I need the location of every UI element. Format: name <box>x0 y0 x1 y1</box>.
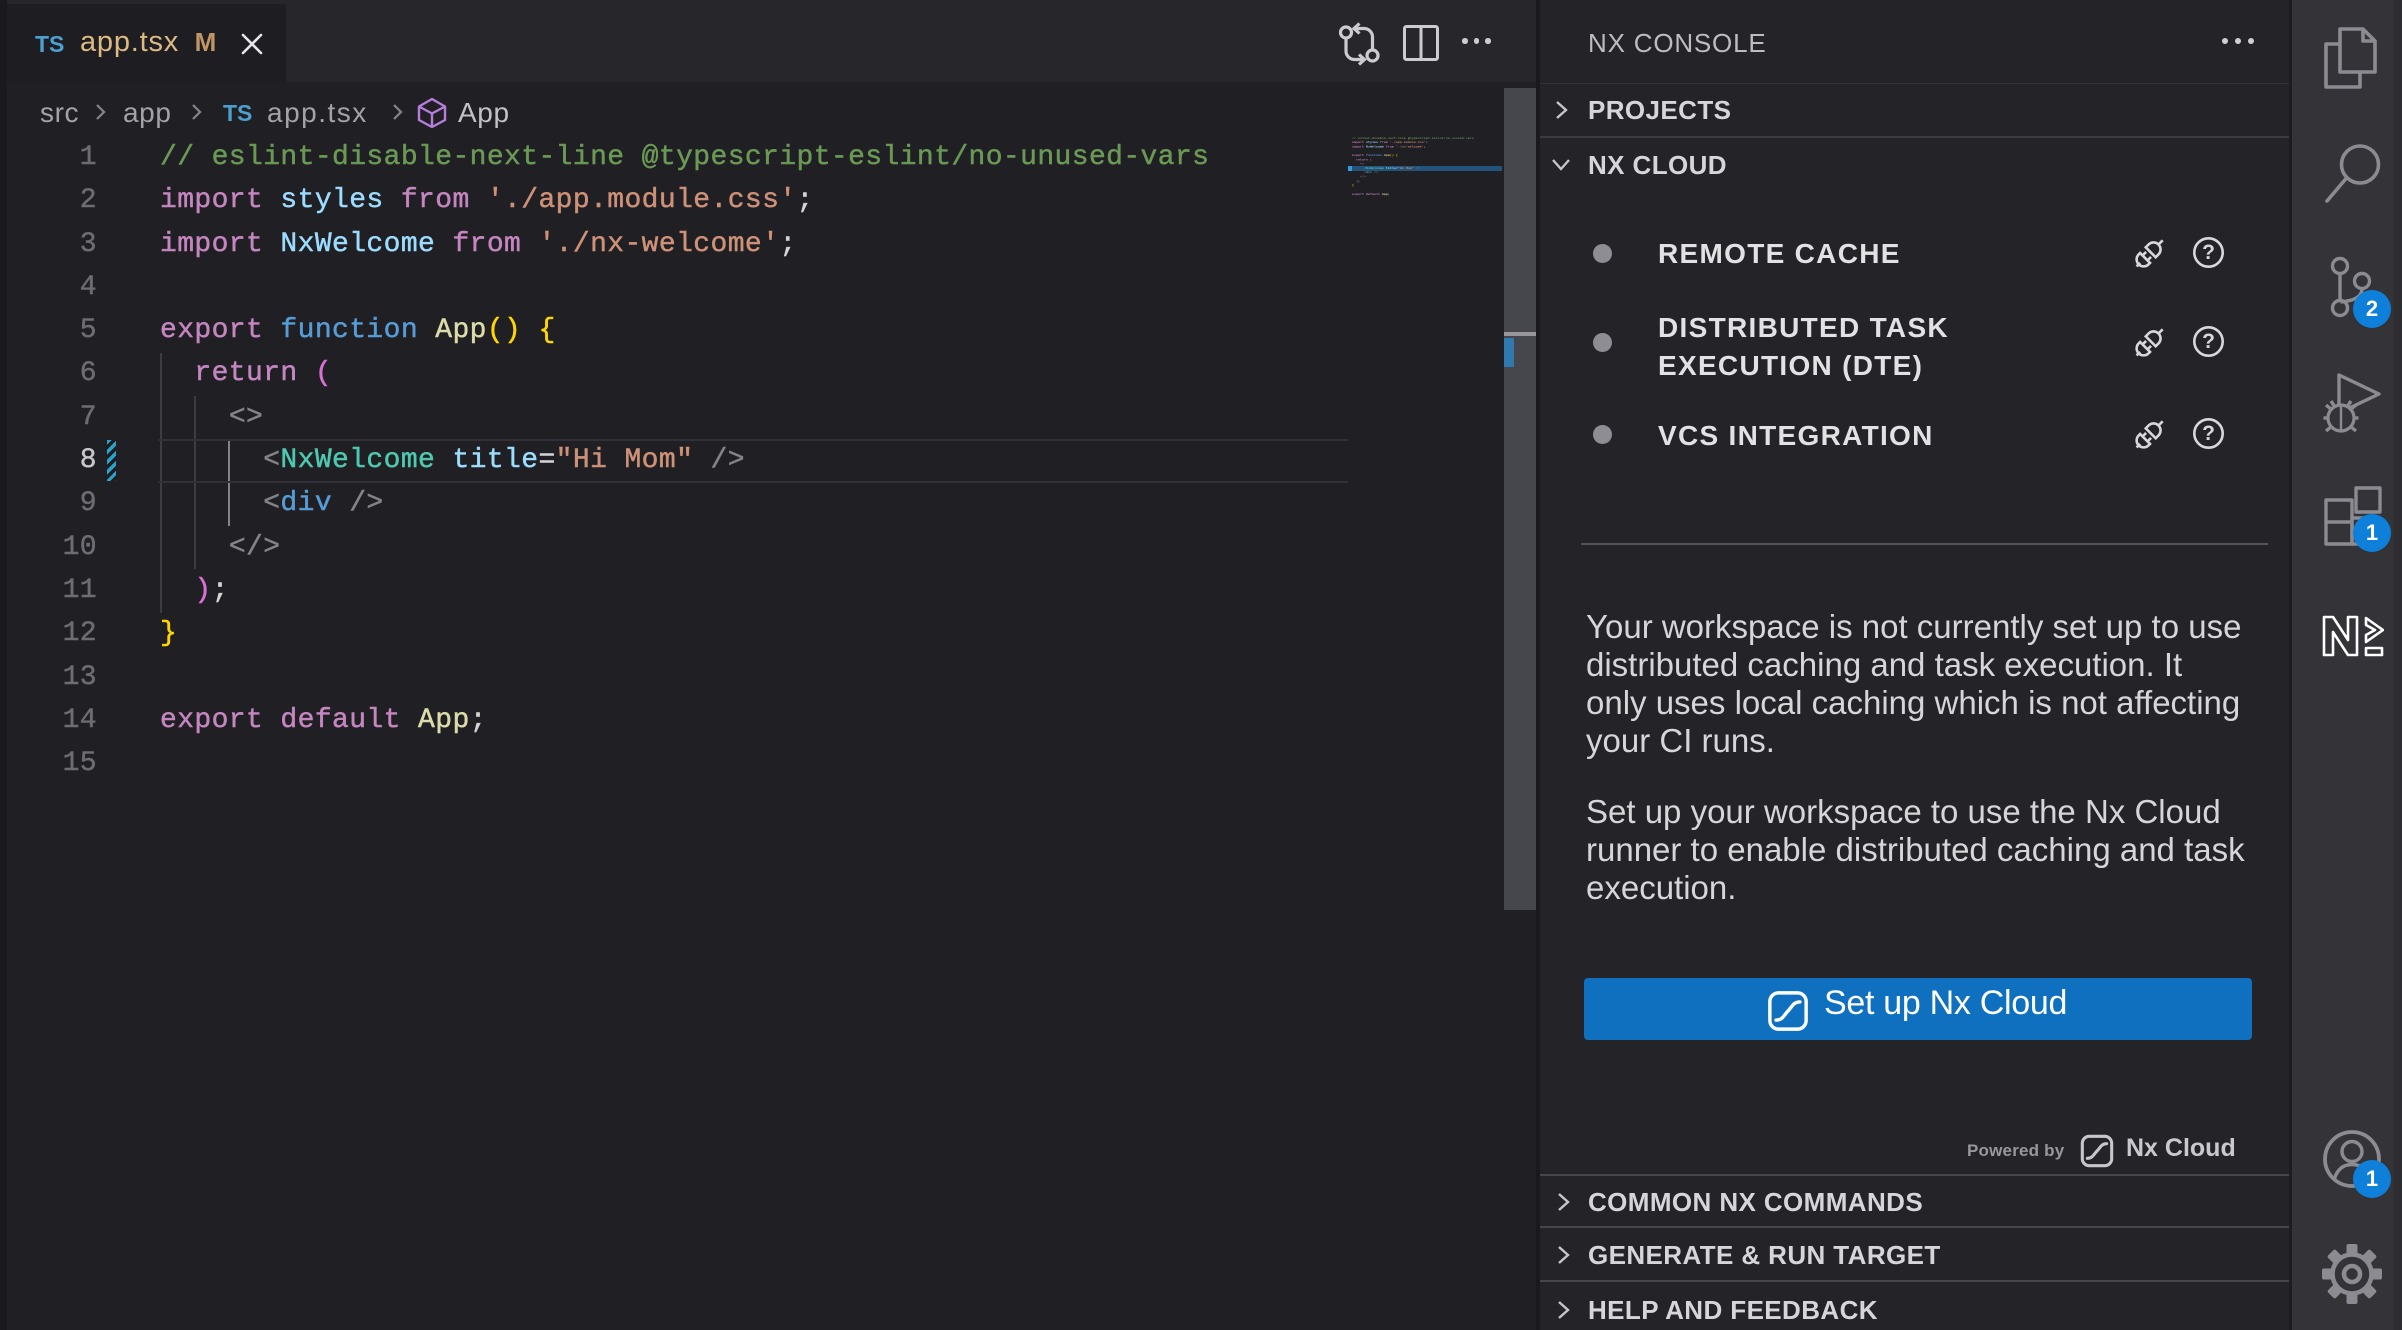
svg-text:?: ? <box>2202 330 2215 353</box>
svg-text:?: ? <box>2202 241 2215 264</box>
svg-text:?: ? <box>2202 422 2215 445</box>
